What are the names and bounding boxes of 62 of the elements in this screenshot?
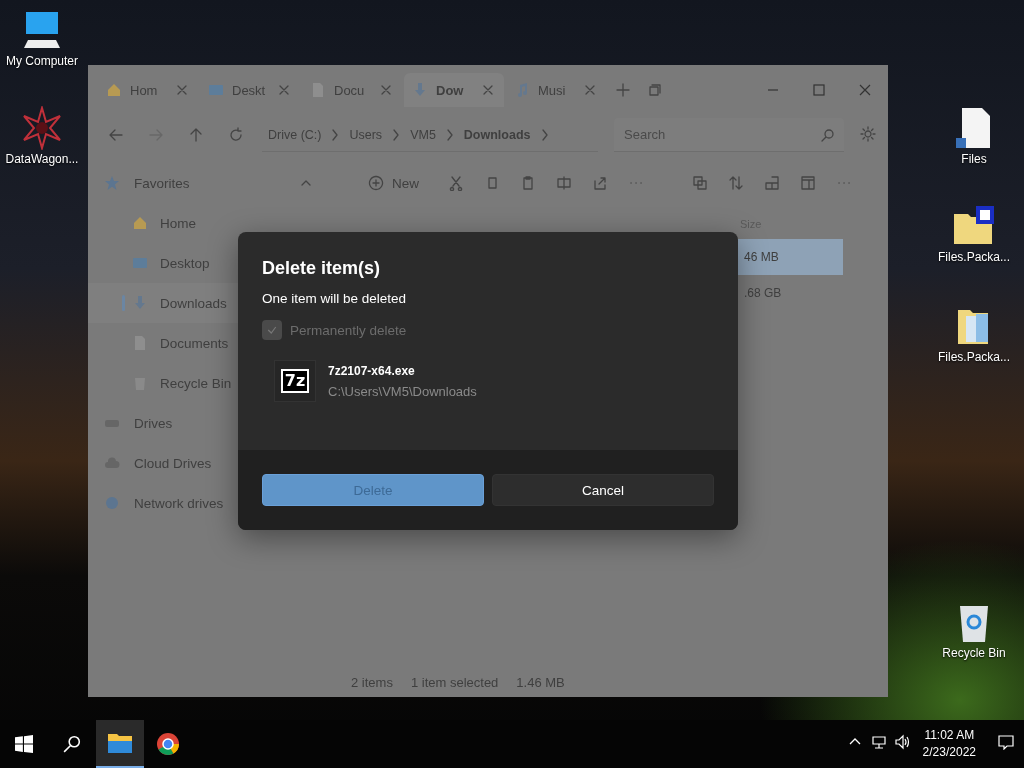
tab[interactable]: Hom (98, 73, 198, 107)
layout-icon[interactable] (764, 175, 780, 191)
desktop-icon-label[interactable]: DataWagon... (5, 152, 79, 166)
preview-pane-icon[interactable] (800, 175, 816, 191)
sidebar-icon (104, 175, 120, 191)
rename-icon[interactable] (556, 175, 572, 191)
volume-icon[interactable] (894, 734, 911, 750)
file-path: C:\Users\VM5\Downloads (328, 383, 477, 399)
sidebar-item[interactable]: Home (88, 203, 338, 243)
browser-icon[interactable] (156, 732, 180, 756)
desktop-icon-label[interactable]: Files (961, 152, 987, 166)
breadcrumb-item[interactable]: Downloads (463, 127, 531, 142)
desktop-icon-label[interactable]: Files.Packa... (938, 350, 1010, 364)
sidebar-icon (132, 215, 148, 231)
sidebar-item[interactable]: Favorites (88, 163, 338, 203)
breadcrumb-item[interactable]: VM5 (410, 127, 436, 142)
stacked-windows-icon[interactable] (647, 82, 663, 98)
search-icon (820, 126, 836, 143)
sidebar-icon (104, 495, 120, 511)
size-cell-text: .68 GB (743, 285, 783, 302)
cancel-button[interactable]: Cancel (492, 474, 714, 506)
new-button[interactable]: New (358, 167, 429, 199)
scissors-icon[interactable] (448, 175, 464, 191)
settings-icon[interactable] (860, 125, 876, 142)
tab[interactable]: Docu (302, 73, 402, 107)
dialog-title: Delete item(s) (262, 258, 382, 279)
desktop-icon-label[interactable]: Files.Packa... (938, 250, 1010, 264)
tab[interactable]: Dow (404, 73, 504, 107)
tab[interactable]: Musi (506, 73, 606, 107)
sort-icon[interactable] (728, 175, 744, 191)
folder-icon[interactable] (107, 732, 133, 754)
status-text: 1 item selected (410, 674, 499, 690)
tab-icon (412, 82, 428, 98)
notification-icon[interactable] (998, 734, 1014, 750)
plus-icon[interactable] (615, 82, 631, 98)
back-arrow-icon[interactable] (108, 127, 124, 143)
sidebar-icon (132, 255, 148, 271)
clock[interactable]: 11:02 AM 2/23/2022 (922, 727, 976, 761)
desktop-icon-label[interactable]: My Computer (6, 54, 78, 68)
share-icon[interactable] (592, 175, 608, 191)
select-icon[interactable] (692, 175, 708, 191)
status-text: 2 items (351, 674, 393, 690)
tab-icon (208, 82, 224, 98)
sidebar-icon (132, 295, 148, 311)
refresh-icon[interactable] (228, 127, 244, 143)
archive-file-icon: 7z (274, 360, 316, 402)
up-arrow-icon[interactable] (188, 127, 204, 143)
file-name: 7z2107-x64.exe (328, 363, 416, 378)
sidebar-item[interactable]: Drives (88, 403, 338, 443)
tab[interactable]: Deskt (200, 73, 300, 107)
network-icon[interactable] (870, 734, 887, 750)
star-pattern-icon (20, 106, 64, 150)
breadcrumb-item[interactable]: Drive (C:) (268, 127, 322, 142)
windows-logo-icon[interactable] (15, 735, 33, 753)
checkmark-icon (266, 324, 278, 336)
status-text: 1.46 MB (516, 674, 565, 690)
desktop-icon-label[interactable]: Recycle Bin (942, 646, 1006, 660)
tab-icon (106, 82, 122, 98)
size-cell: 46 MB (738, 239, 843, 275)
breadcrumb-item[interactable]: Users (349, 127, 383, 142)
paste-icon[interactable] (520, 175, 536, 191)
search-icon[interactable] (63, 735, 81, 753)
